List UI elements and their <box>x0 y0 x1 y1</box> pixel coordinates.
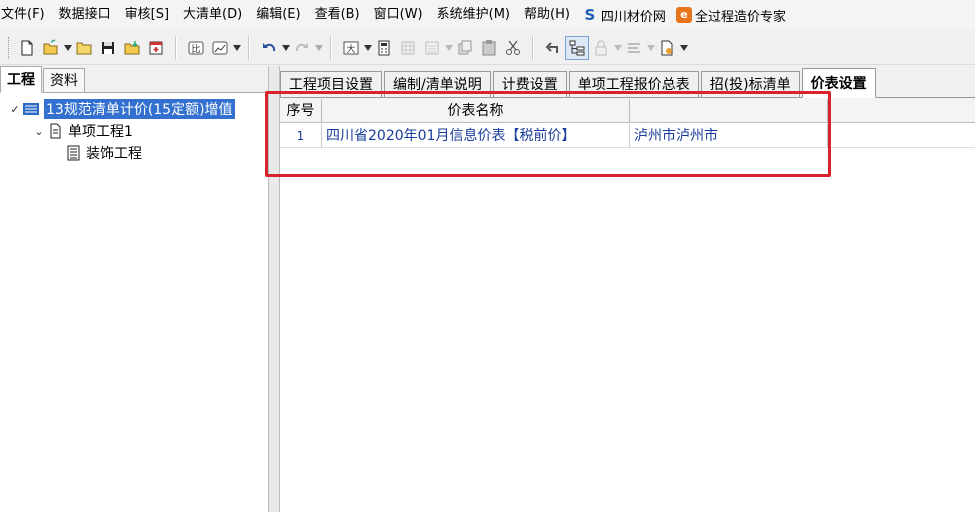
tab-price-table-settings[interactable]: 价表设置 <box>801 68 876 98</box>
menu-help[interactable]: 帮助(H) <box>517 0 577 30</box>
tab-fee-settings[interactable]: 计费设置 <box>492 71 567 97</box>
row-region[interactable]: 泸州市泸州市 <box>630 124 828 148</box>
tree-node-decoration-label: 装饰工程 <box>86 146 142 162</box>
header-index[interactable]: 序号 <box>280 99 322 123</box>
tree-node-root[interactable]: ✓ 13规范清单计价(15定额)增值 <box>8 98 235 120</box>
tree-node-root-label: 13规范清单计价(15定额)增值 <box>44 99 235 119</box>
menu-review[interactable]: 审核[S] <box>118 0 176 30</box>
redo-icon[interactable] <box>290 36 314 60</box>
list-document-icon <box>64 144 82 162</box>
row-price-table-name[interactable]: 四川省2020年01月信息价表【税前价】 <box>322 124 630 148</box>
document-settings-icon[interactable] <box>655 36 679 60</box>
menu-big-list[interactable]: 大清单(D) <box>176 0 249 30</box>
collapse-chevron-icon[interactable]: ⌄ <box>32 125 46 138</box>
tree-node-decoration[interactable]: 装饰工程 <box>64 142 142 164</box>
cut-icon[interactable] <box>501 36 525 60</box>
sichuan-material-price-link[interactable]: S 四川材价网 <box>577 6 671 25</box>
cost-expert-link[interactable]: e 全过程造价专家 <box>671 6 791 25</box>
price-table-grid: 序号 价表名称 1 四川省2020年01月信息价表【税前价】 泸州市泸州市 <box>280 99 975 512</box>
right-tab-bar: 工程项目设置 编制/清单说明 计费设置 单项工程报价总表 招(投)标清单 价表设… <box>280 66 975 98</box>
lock-dropdown-icon[interactable] <box>613 36 622 60</box>
copy-icon[interactable] <box>453 36 477 60</box>
format-icon[interactable] <box>622 36 646 60</box>
font-size-dropdown-icon[interactable] <box>363 36 372 60</box>
sichuan-logo-icon: S <box>584 6 596 24</box>
toolbar-separator <box>330 35 332 60</box>
folder-icon[interactable] <box>72 36 96 60</box>
svg-text:大: 大 <box>346 43 355 55</box>
svg-text:比: 比 <box>191 43 200 55</box>
header-price-table-name[interactable]: 价表名称 <box>322 99 630 123</box>
toolbar-grip <box>8 36 11 59</box>
tab-compile-notes[interactable]: 编制/清单说明 <box>384 71 491 97</box>
toolbar: 比 大 <box>0 31 975 65</box>
chart-dropdown-icon[interactable] <box>232 36 241 60</box>
add-record-icon[interactable] <box>144 36 168 60</box>
tab-project[interactable]: 工程 <box>0 66 42 93</box>
menu-view[interactable]: 查看(B) <box>308 0 367 30</box>
toolbar-separator <box>532 35 534 60</box>
tab-materials[interactable]: 资料 <box>43 68 85 92</box>
import-icon[interactable] <box>120 36 144 60</box>
back-icon[interactable] <box>541 36 565 60</box>
table-row[interactable]: 1 四川省2020年01月信息价表【税前价】 泸州市泸州市 <box>280 124 975 148</box>
calculator-icon[interactable] <box>372 36 396 60</box>
document-dropdown-icon[interactable] <box>679 36 688 60</box>
menu-system-maintenance[interactable]: 系统维护(M) <box>430 0 517 30</box>
list-dropdown-icon[interactable] <box>444 36 453 60</box>
tree-node-single-project[interactable]: ⌄ 单项工程1 <box>32 120 133 142</box>
font-size-icon[interactable]: 大 <box>339 36 363 60</box>
compare-icon[interactable]: 比 <box>184 36 208 60</box>
menu-bar: 文件(F) 数据接口 审核[S] 大清单(D) 编辑(E) 查看(B) 窗口(W… <box>0 0 975 30</box>
project-panel: 工程 资料 ✓ 13规范清单计价(15定额)增值 ⌄ 单项工程1 装饰工程 <box>0 66 270 512</box>
tree-view-icon[interactable] <box>565 35 589 60</box>
collapse-chevron-icon[interactable]: ✓ <box>8 103 22 116</box>
menu-window[interactable]: 窗口(W) <box>367 0 430 30</box>
menu-data-interface[interactable]: 数据接口 <box>52 0 118 30</box>
tab-quote-summary[interactable]: 单项工程报价总表 <box>568 71 699 97</box>
left-tab-bar: 工程 资料 <box>0 66 270 93</box>
project-root-icon <box>22 100 40 118</box>
expert-link-label: 全过程造价专家 <box>694 9 786 25</box>
sichuan-link-label: 四川材价网 <box>600 9 666 25</box>
header-region[interactable] <box>630 99 828 123</box>
grid-disabled-icon[interactable] <box>396 36 420 60</box>
menu-edit[interactable]: 编辑(E) <box>249 0 307 30</box>
lock-icon[interactable] <box>589 36 613 60</box>
toolbar-separator <box>248 35 250 60</box>
new-file-icon[interactable] <box>15 36 39 60</box>
paste-icon[interactable] <box>477 36 501 60</box>
panel-splitter[interactable] <box>268 66 280 512</box>
redo-dropdown-icon[interactable] <box>314 36 323 60</box>
open-dropdown-icon[interactable] <box>63 36 72 60</box>
tab-bid-list[interactable]: 招(投)标清单 <box>700 71 800 97</box>
chart-icon[interactable] <box>208 36 232 60</box>
list-disabled-icon[interactable] <box>420 36 444 60</box>
format-dropdown-icon[interactable] <box>646 36 655 60</box>
expert-logo-icon: e <box>675 7 692 23</box>
open-folder-icon[interactable] <box>39 36 63 60</box>
document-icon <box>46 122 64 140</box>
row-index: 1 <box>280 124 322 148</box>
tab-project-settings[interactable]: 工程项目设置 <box>280 71 382 97</box>
save-icon[interactable] <box>96 36 120 60</box>
toolbar-separator <box>175 35 177 60</box>
undo-icon[interactable] <box>257 36 281 60</box>
undo-dropdown-icon[interactable] <box>281 36 290 60</box>
main-panel: 工程项目设置 编制/清单说明 计费设置 单项工程报价总表 招(投)标清单 价表设… <box>280 66 975 512</box>
grid-header-row: 序号 价表名称 <box>280 99 975 123</box>
tree-node-single-project-label: 单项工程1 <box>68 124 133 140</box>
menu-file[interactable]: 文件(F) <box>0 0 52 30</box>
